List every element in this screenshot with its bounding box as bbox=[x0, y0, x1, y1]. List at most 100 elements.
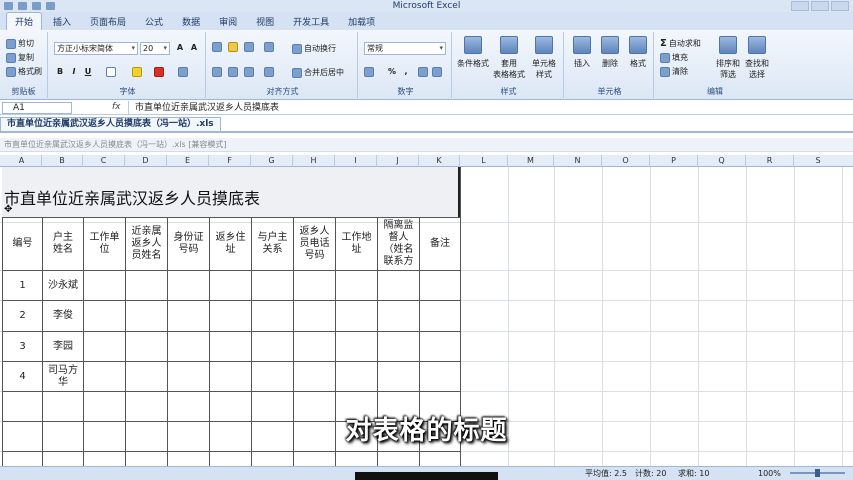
column-header-h[interactable]: H bbox=[293, 155, 335, 167]
column-header-k[interactable]: K bbox=[419, 155, 460, 167]
font-size-select[interactable]: 20 bbox=[140, 42, 170, 55]
tab-developer[interactable]: 开发工具 bbox=[285, 13, 337, 30]
insert-cells-button[interactable]: 插入 bbox=[568, 36, 596, 69]
delete-cells-button[interactable]: 删除 bbox=[596, 36, 624, 69]
row-3-name[interactable]: 李园 bbox=[43, 332, 83, 361]
column-header-a[interactable]: A bbox=[2, 155, 42, 167]
tab-insert[interactable]: 插入 bbox=[45, 13, 79, 30]
currency-button[interactable] bbox=[364, 67, 374, 77]
fx-icon[interactable]: fx bbox=[112, 102, 121, 112]
format-as-table-button[interactable]: 套用 表格格式 bbox=[492, 36, 526, 80]
column-header-o[interactable]: O bbox=[602, 155, 650, 167]
row-2-number[interactable]: 2 bbox=[3, 301, 42, 331]
column-header-e[interactable]: E bbox=[167, 155, 209, 167]
tab-data[interactable]: 数据 bbox=[174, 13, 208, 30]
header-cell-householder[interactable]: 户主姓名 bbox=[43, 218, 83, 270]
number-format-select[interactable]: 常规 bbox=[364, 42, 446, 55]
tab-formulas[interactable]: 公式 bbox=[137, 13, 171, 30]
column-header-r[interactable]: R bbox=[746, 155, 794, 167]
column-header-c[interactable]: C bbox=[83, 155, 125, 167]
column-header-n[interactable]: N bbox=[554, 155, 602, 167]
grow-font-button[interactable]: A bbox=[174, 42, 186, 54]
formula-input[interactable]: 市直单位近亲属武汉返乡人员摸底表 bbox=[128, 101, 279, 115]
bold-button[interactable]: B bbox=[54, 66, 66, 78]
row-4-name[interactable]: 司马方华 bbox=[43, 362, 83, 391]
font-color-button[interactable] bbox=[154, 67, 164, 77]
column-header-d[interactable]: D bbox=[125, 155, 167, 167]
column-header-i[interactable]: I bbox=[335, 155, 377, 167]
increase-decimal-button[interactable] bbox=[418, 67, 428, 77]
copy-button[interactable]: 复制 bbox=[6, 52, 34, 63]
column-header-m[interactable]: M bbox=[508, 155, 554, 167]
format-painter-button[interactable]: 格式刷 bbox=[6, 66, 42, 77]
merge-center-button[interactable]: 合并后居中 bbox=[292, 67, 344, 78]
header-cell-number[interactable]: 编号 bbox=[3, 218, 42, 270]
wrap-text-button[interactable]: 自动换行 bbox=[292, 43, 336, 54]
tab-addins[interactable]: 加载项 bbox=[340, 13, 383, 30]
underline-button[interactable]: U bbox=[82, 66, 94, 78]
align-top-button[interactable] bbox=[212, 42, 222, 52]
column-header-g[interactable]: G bbox=[251, 155, 293, 167]
align-middle-button[interactable] bbox=[228, 42, 238, 52]
conditional-format-icon bbox=[464, 36, 482, 54]
indent-button[interactable] bbox=[264, 67, 274, 77]
shrink-font-button[interactable]: A bbox=[188, 42, 200, 54]
font-name-select[interactable]: 方正小标宋简体 bbox=[54, 42, 138, 55]
maximize-button[interactable] bbox=[811, 1, 829, 11]
tab-review[interactable]: 审阅 bbox=[211, 13, 245, 30]
tab-page-layout[interactable]: 页面布局 bbox=[82, 13, 134, 30]
cell-styles-button[interactable]: 单元格 样式 bbox=[528, 36, 560, 80]
header-cell-id-number[interactable]: 身份证号码 bbox=[168, 218, 209, 270]
find-select-button[interactable]: 查找和 选择 bbox=[742, 36, 772, 80]
tab-home[interactable]: 开始 bbox=[6, 12, 43, 30]
conditional-format-button[interactable]: 条件格式 bbox=[456, 36, 490, 69]
row-2-name[interactable]: 李俊 bbox=[43, 301, 83, 331]
column-header-b[interactable]: B bbox=[42, 155, 83, 167]
fill-button[interactable]: 填充 bbox=[660, 52, 688, 63]
align-right-button[interactable] bbox=[244, 67, 254, 77]
border-button[interactable] bbox=[106, 67, 116, 77]
row-1-number[interactable]: 1 bbox=[3, 271, 42, 300]
tab-view[interactable]: 视图 bbox=[248, 13, 282, 30]
sort-filter-button[interactable]: 排序和 筛选 bbox=[714, 36, 742, 80]
header-cell-relative-name[interactable]: 近亲属返乡人员姓名 bbox=[126, 218, 167, 270]
phonetic-button[interactable] bbox=[178, 67, 188, 77]
zoom-slider-handle[interactable] bbox=[815, 469, 820, 477]
document-tab[interactable]: 市直单位近亲属武汉返乡人员摸底表（冯一站）.xls bbox=[0, 117, 221, 131]
autosum-button[interactable]: Σ 自动求和 bbox=[660, 38, 701, 49]
row-1-name[interactable]: 沙永斌 bbox=[43, 271, 83, 300]
row-4-number[interactable]: 4 bbox=[3, 362, 42, 391]
align-center-button[interactable] bbox=[228, 67, 238, 77]
align-bottom-button[interactable] bbox=[244, 42, 254, 52]
italic-button[interactable]: I bbox=[68, 66, 80, 78]
header-cell-notes[interactable]: 备注 bbox=[420, 218, 460, 270]
column-header-p[interactable]: P bbox=[650, 155, 698, 167]
comma-button[interactable]: , bbox=[400, 66, 412, 78]
header-cell-relationship[interactable]: 与户主关系 bbox=[252, 218, 293, 270]
header-cell-work-address[interactable]: 工作地址 bbox=[336, 218, 377, 270]
minimize-button[interactable] bbox=[791, 1, 809, 11]
fill-color-button[interactable] bbox=[132, 67, 142, 77]
align-left-button[interactable] bbox=[212, 67, 222, 77]
column-header-f[interactable]: F bbox=[209, 155, 251, 167]
cut-button[interactable]: 剪切 bbox=[6, 38, 34, 49]
orientation-button[interactable] bbox=[264, 42, 274, 52]
column-header-l[interactable]: L bbox=[460, 155, 508, 167]
header-cell-return-address[interactable]: 返乡住址 bbox=[210, 218, 251, 270]
header-cell-phone[interactable]: 返乡人员电话号码 bbox=[294, 218, 335, 270]
phonetic-icon bbox=[178, 67, 188, 77]
zoom-level[interactable]: 100% bbox=[758, 468, 781, 480]
column-header-s[interactable]: S bbox=[794, 155, 842, 167]
header-cell-work-unit[interactable]: 工作单位 bbox=[84, 218, 125, 270]
format-cells-button[interactable]: 格式 bbox=[624, 36, 652, 69]
clear-button[interactable]: 清除 bbox=[660, 66, 688, 77]
sheet-title[interactable]: 市直单位近亲属武汉返乡人员摸底表 bbox=[4, 185, 260, 209]
close-button[interactable] bbox=[831, 1, 849, 11]
column-header-j[interactable]: J bbox=[377, 155, 419, 167]
name-box[interactable]: A1 bbox=[2, 102, 72, 114]
column-header-q[interactable]: Q bbox=[698, 155, 746, 167]
percent-button[interactable]: % bbox=[386, 66, 398, 78]
header-cell-supervisor[interactable]: 隔离监督人（姓名联系方 bbox=[378, 218, 419, 270]
decrease-decimal-button[interactable] bbox=[432, 67, 442, 77]
row-3-number[interactable]: 3 bbox=[3, 332, 42, 361]
